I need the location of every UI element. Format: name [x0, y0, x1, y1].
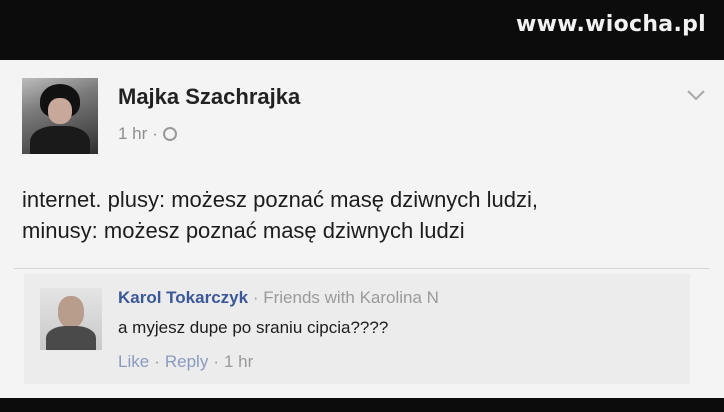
- globe-icon: [162, 127, 177, 141]
- post-author-name[interactable]: Majka Szachrajka: [118, 84, 300, 110]
- comment: Karol Tokarczyk · Friends with Karolina …: [24, 274, 690, 384]
- comment-header: Karol Tokarczyk · Friends with Karolina …: [118, 288, 439, 308]
- watermark: www.wiocha.pl: [516, 12, 706, 37]
- post-text-line: internet. plusy: możesz poznać masę dziw…: [22, 187, 539, 212]
- comment-author-name[interactable]: Karol Tokarczyk: [118, 288, 248, 307]
- post-text-line: minusy: możesz poznać masę dziwnych ludz…: [22, 218, 465, 243]
- comment-text: a myjesz dupe po sraniu cipcia????: [118, 318, 389, 337]
- meta-separator: ·: [152, 124, 158, 143]
- post-meta: 1 hr ·: [118, 124, 177, 144]
- comment-separator: ·: [252, 288, 259, 307]
- action-separator: ·: [213, 352, 219, 371]
- reply-button[interactable]: Reply: [165, 352, 208, 372]
- bottom-frame: [0, 398, 724, 412]
- like-button[interactable]: Like: [118, 352, 149, 372]
- avatar[interactable]: [22, 78, 98, 154]
- comment-time[interactable]: 1 hr: [224, 352, 253, 372]
- divider: [14, 268, 710, 269]
- comment-actions: Like · Reply · 1 hr: [118, 352, 253, 372]
- chevron-down-icon[interactable]: [686, 88, 706, 102]
- post-time[interactable]: 1 hr: [118, 124, 147, 144]
- post-card: Majka Szachrajka 1 hr · internet. plusy:…: [0, 60, 724, 398]
- action-separator: ·: [154, 352, 160, 371]
- comment-relation: Friends with Karolina N: [263, 288, 439, 307]
- comment-avatar[interactable]: [40, 288, 102, 350]
- post-text: internet. plusy: możesz poznać masę dziw…: [22, 184, 712, 246]
